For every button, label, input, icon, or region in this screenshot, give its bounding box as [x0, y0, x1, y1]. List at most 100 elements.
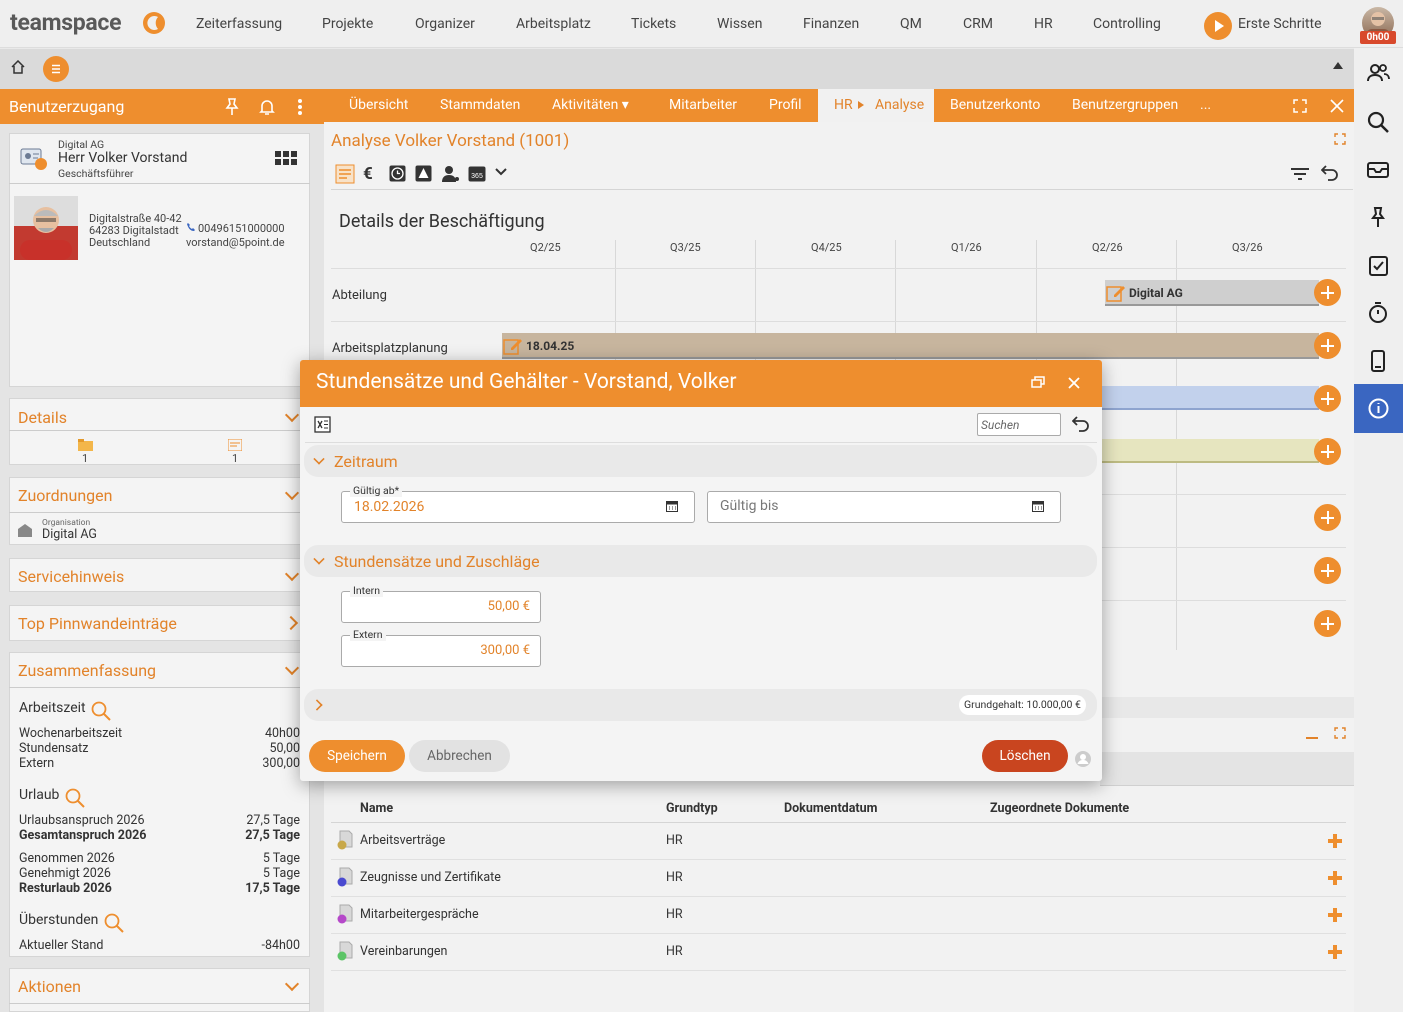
note-icon[interactable] — [228, 439, 242, 451]
expand-icon[interactable] — [1334, 133, 1346, 145]
zuordnungen-section-title[interactable]: Zuordnungen — [18, 486, 112, 505]
nav-projekte[interactable]: Projekte — [322, 16, 373, 32]
bell-icon[interactable] — [258, 98, 276, 116]
add-button[interactable] — [1314, 438, 1341, 465]
document-name[interactable]: Vereinbarungen — [360, 944, 447, 959]
tab-benutzergruppen[interactable]: Benutzergruppen — [1072, 97, 1178, 113]
tab-profil[interactable]: Profil — [769, 97, 802, 113]
collapse-up-icon[interactable] — [1333, 62, 1343, 69]
dialog-search-input[interactable]: Suchen — [977, 413, 1061, 436]
save-button[interactable]: Speichern — [309, 740, 405, 772]
inbox-icon[interactable] — [1366, 158, 1390, 180]
tab-mitarbeiter[interactable]: Mitarbeiter — [669, 97, 737, 113]
timer-badge[interactable]: 0h00 — [1360, 31, 1396, 44]
zeitraum-title[interactable]: Zeitraum — [334, 452, 398, 471]
add-document-icon[interactable] — [1328, 945, 1342, 959]
pinnwand-title[interactable]: Top Pinnwandeinträge — [18, 614, 177, 633]
undo-icon[interactable] — [1072, 416, 1090, 432]
zusammenfassung-title[interactable]: Zusammenfassung — [18, 661, 156, 680]
delete-button[interactable]: Löschen — [982, 740, 1068, 772]
person-icon[interactable] — [441, 165, 459, 182]
close-icon[interactable] — [1068, 377, 1080, 389]
add-button[interactable] — [1314, 279, 1341, 306]
tab-uebersicht[interactable]: Übersicht — [349, 97, 408, 113]
pin-icon[interactable] — [1366, 206, 1390, 228]
close-icon[interactable] — [1330, 99, 1344, 113]
calendar-365-icon[interactable]: 365 — [468, 165, 486, 182]
nav-wissen[interactable]: Wissen — [717, 16, 762, 32]
servicehinweis-title[interactable]: Servicehinweis — [18, 567, 124, 586]
nav-arbeitsplatz[interactable]: Arbeitsplatz — [516, 16, 591, 32]
users-icon[interactable] — [1366, 62, 1390, 84]
undo-icon[interactable] — [1321, 165, 1339, 181]
add-button[interactable] — [1314, 385, 1341, 412]
column-header-name[interactable]: Name — [360, 801, 393, 816]
more-vertical-icon[interactable] — [297, 98, 303, 116]
nav-organizer[interactable]: Organizer — [415, 16, 475, 32]
info-panel-button[interactable] — [1354, 384, 1403, 433]
tab-hr[interactable]: HR — [834, 97, 853, 113]
hamburger-menu-icon[interactable] — [43, 56, 69, 82]
column-header-dokumentdatum[interactable]: Dokumentdatum — [784, 801, 877, 816]
calendar-icon[interactable] — [666, 500, 678, 512]
chevron-down-icon[interactable] — [495, 168, 507, 176]
expand-icon[interactable] — [1334, 727, 1346, 739]
table-row[interactable] — [331, 934, 1346, 971]
stundensaetze-title[interactable]: Stundensätze und Zuschläge — [334, 552, 540, 571]
folder-icon[interactable] — [78, 439, 93, 451]
add-button[interactable] — [1314, 332, 1341, 359]
document-name[interactable]: Mitarbeitergespräche — [360, 907, 479, 922]
edit-icon[interactable] — [1106, 283, 1126, 303]
analysis-view-icon[interactable] — [335, 164, 355, 184]
erste-schritte-link[interactable]: Erste Schritte — [1238, 16, 1322, 32]
timeline-bar[interactable] — [1100, 439, 1319, 463]
add-button[interactable] — [1314, 504, 1341, 531]
add-document-icon[interactable] — [1328, 871, 1342, 885]
stopwatch-icon[interactable] — [1366, 301, 1390, 325]
euro-icon[interactable]: € — [363, 164, 373, 184]
calendar-icon[interactable] — [1032, 500, 1044, 512]
table-row[interactable] — [331, 823, 1346, 860]
timeline-bar[interactable] — [1100, 386, 1319, 410]
pin-icon[interactable] — [224, 98, 240, 116]
nav-controlling[interactable]: Controlling — [1093, 16, 1161, 32]
tab-analyse[interactable]: Analyse — [875, 97, 924, 113]
search-icon[interactable] — [103, 912, 125, 934]
excel-export-icon[interactable] — [314, 416, 331, 433]
cancel-button[interactable]: Abbrechen — [409, 740, 510, 772]
org-value[interactable]: Digital AG — [42, 527, 97, 542]
profile-phone[interactable]: 00496151000000 — [198, 222, 285, 235]
maximize-icon[interactable] — [1293, 99, 1307, 113]
search-icon[interactable] — [90, 700, 112, 722]
nav-hr[interactable]: HR — [1034, 16, 1053, 32]
nav-tickets[interactable]: Tickets — [631, 16, 676, 32]
tab-stammdaten[interactable]: Stammdaten — [440, 97, 520, 113]
column-header-grundtyp[interactable]: Grundtyp — [666, 801, 718, 816]
user-info-icon[interactable] — [1075, 751, 1091, 767]
add-button[interactable] — [1314, 557, 1341, 584]
tab-aktivitaeten[interactable]: Aktivitäten ▾ — [552, 97, 629, 113]
tab-more[interactable]: ... — [1200, 97, 1211, 113]
apps-grid-icon[interactable] — [275, 151, 297, 165]
add-button[interactable] — [1314, 610, 1341, 637]
restore-window-icon[interactable] — [1031, 376, 1045, 388]
edit-icon[interactable] — [503, 336, 523, 356]
aktionen-title[interactable]: Aktionen — [18, 977, 81, 996]
search-icon[interactable] — [1366, 110, 1390, 134]
clock-icon[interactable] — [389, 165, 406, 182]
tasks-icon[interactable] — [1366, 254, 1390, 278]
intern-value[interactable]: 50,00 € — [341, 599, 530, 614]
add-document-icon[interactable] — [1328, 834, 1342, 848]
nav-zeiterfassung[interactable]: Zeiterfassung — [196, 16, 282, 32]
nav-crm[interactable]: CRM — [963, 16, 993, 32]
play-icon[interactable] — [1204, 12, 1232, 40]
mobile-icon[interactable] — [1366, 349, 1390, 373]
profile-email[interactable]: vorstand@5point.de — [186, 236, 285, 249]
nav-qm[interactable]: QM — [900, 16, 922, 32]
minimize-icon[interactable] — [1306, 737, 1318, 739]
teamspace-logo[interactable]: teamspace — [10, 9, 122, 36]
timeline-bar-arbeitsplatz[interactable] — [502, 333, 1319, 359]
document-name[interactable]: Zeugnisse und Zertifikate — [360, 870, 501, 885]
tab-benutzerkonto[interactable]: Benutzerkonto — [950, 97, 1040, 113]
document-name[interactable]: Arbeitsverträge — [360, 833, 445, 848]
